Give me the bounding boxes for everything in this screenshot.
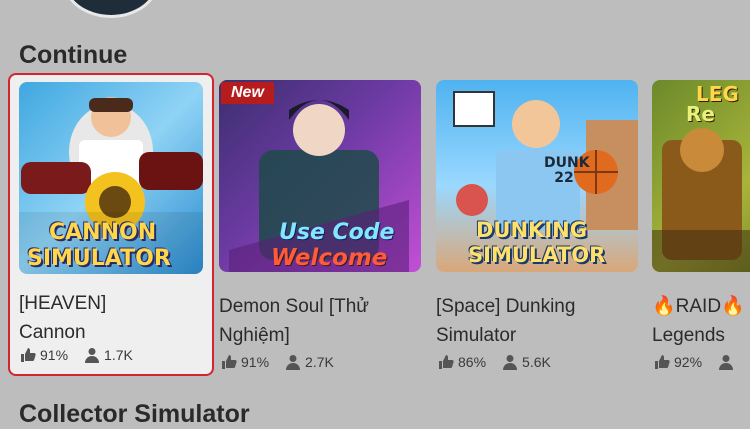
rating-stat: 91%: [221, 354, 269, 370]
thumbs-up-icon: [21, 348, 36, 362]
thumb-title-2: SIMULATOR: [468, 243, 606, 267]
person-icon: [286, 355, 301, 370]
game-title[interactable]: Demon Soul [Thử Nghiệm]: [219, 292, 369, 350]
new-badge: New: [221, 82, 274, 104]
section-title-continue: Continue: [19, 41, 128, 69]
game-title-line-1: Demon Soul [Thử: [219, 296, 370, 317]
game-title-line-2: Legends: [652, 325, 725, 346]
thumbs-up-icon: [655, 355, 670, 369]
game-title[interactable]: [Space] Dunking Simulator: [436, 292, 575, 350]
avatar[interactable]: [62, 0, 160, 18]
game-title[interactable]: [HEAVEN] Cannon: [19, 289, 106, 347]
rating-value: 86%: [458, 354, 487, 370]
rating-stat: 86%: [438, 354, 486, 370]
game-title-line-1: [HEAVEN]: [19, 293, 107, 314]
game-card-dunking[interactable]: DUNK 22 DUNKING SIMULATOR [Space] Dunkin…: [436, 80, 640, 372]
person-icon: [503, 355, 518, 370]
rating-value: 91%: [241, 354, 270, 370]
thumbs-up-icon: [439, 355, 454, 369]
game-card-demon-soul[interactable]: New Use Code Welcome Demon Soul [Thử Ngh…: [219, 80, 423, 372]
thumb-title-2: Welcome: [271, 245, 388, 271]
person-icon: [719, 355, 734, 370]
game-title-line-2: Nghiệm]: [219, 325, 290, 346]
thumbs-up-icon: [222, 355, 237, 369]
players-stat: 1.7K: [84, 347, 133, 363]
game-title-line-2: Cannon: [19, 322, 86, 343]
rating-stat: 92%: [654, 354, 702, 370]
players-value: 5.6K: [522, 354, 551, 370]
players-stat: 2.7K: [285, 354, 334, 370]
game-stats: 91% 2.7K: [221, 354, 350, 370]
person-icon: [85, 348, 100, 363]
game-thumbnail[interactable]: LEG Re: [652, 80, 750, 272]
thumb-title-2: Re: [686, 102, 715, 126]
rating-value: 91%: [40, 347, 69, 363]
thumb-title-1: DUNKING: [476, 218, 587, 242]
game-thumbnail[interactable]: CANNON SIMULATOR: [19, 82, 203, 274]
game-title[interactable]: 🔥RAID🔥 Legends: [652, 292, 745, 350]
game-thumbnail[interactable]: New Use Code Welcome: [219, 80, 421, 272]
game-stats: 91% 1.7K: [20, 347, 149, 363]
game-title-line-1: [Space] Dunking: [436, 296, 576, 317]
game-stats: 92%: [654, 354, 750, 370]
game-stats: 86% 5.6K: [438, 354, 567, 370]
thumb-title-1: Use Code: [279, 220, 395, 245]
game-thumbnail[interactable]: DUNK 22 DUNKING SIMULATOR: [436, 80, 638, 272]
section-title-collector-simulator: Collector Simulator: [19, 400, 250, 428]
jersey-text: DUNK 22: [544, 155, 590, 186]
players-value: 2.7K: [305, 354, 334, 370]
game-card-raid-legends[interactable]: LEG Re 🔥RAID🔥 Legends 92%: [652, 80, 750, 372]
thumb-title-1: CANNON: [49, 220, 157, 245]
game-title-line-1: 🔥RAID🔥: [652, 296, 745, 317]
rating-stat: 91%: [20, 347, 68, 363]
players-stat: 5.6K: [502, 354, 551, 370]
game-title-line-2: Simulator: [436, 325, 517, 346]
players-stat: [718, 354, 738, 370]
game-card-cannon[interactable]: CANNON SIMULATOR [HEAVEN] Cannon 91% 1.7…: [8, 73, 214, 376]
rating-value: 92%: [674, 354, 703, 370]
players-value: 1.7K: [104, 347, 133, 363]
thumb-title-2: SIMULATOR: [27, 246, 171, 271]
